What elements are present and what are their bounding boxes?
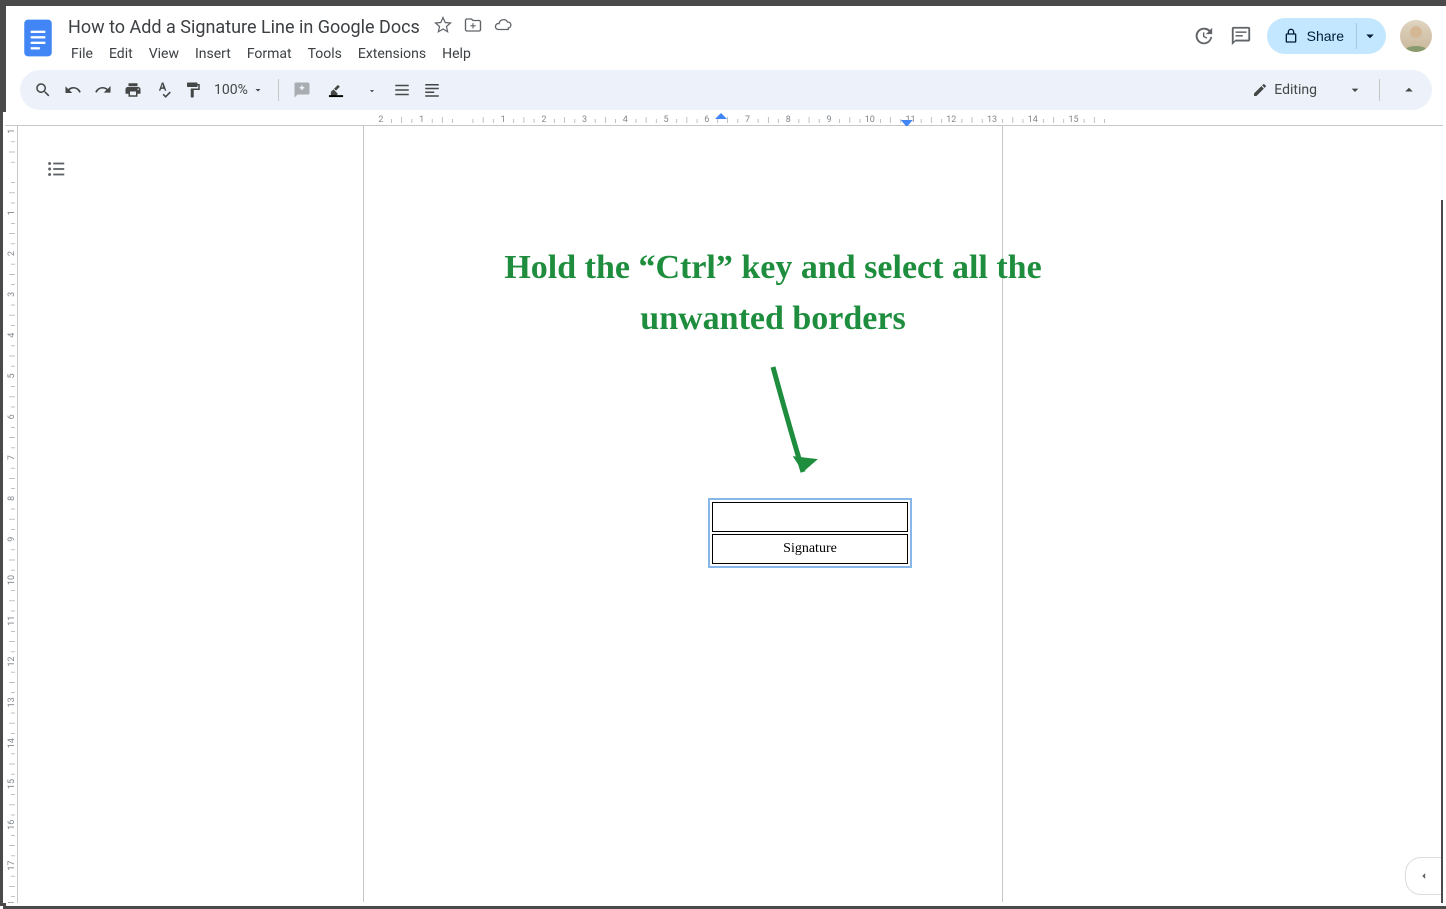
- editing-mode-selector[interactable]: Editing: [1252, 82, 1363, 98]
- history-icon[interactable]: [1191, 24, 1215, 48]
- svg-text:18: 18: [7, 901, 17, 903]
- svg-text:13: 13: [987, 115, 997, 125]
- svg-text:8: 8: [786, 115, 791, 125]
- menu-file[interactable]: File: [64, 44, 100, 64]
- svg-text:12: 12: [946, 115, 956, 125]
- svg-text:14: 14: [1028, 115, 1038, 125]
- collapse-toolbar-icon[interactable]: [1396, 77, 1422, 103]
- right-border: [1441, 200, 1443, 903]
- highlight-dropdown-icon[interactable]: [367, 81, 377, 100]
- svg-text:1: 1: [419, 115, 424, 125]
- comment-icon[interactable]: [1229, 24, 1253, 48]
- svg-text:17: 17: [7, 861, 17, 871]
- annotation-text: Hold the “Ctrl” key and select all the u…: [463, 242, 1083, 344]
- svg-text:6: 6: [704, 115, 709, 125]
- header: How to Add a Signature Line in Google Do…: [6, 6, 1446, 70]
- menu-insert[interactable]: Insert: [188, 44, 238, 64]
- menu-tools[interactable]: Tools: [301, 44, 349, 64]
- svg-text:9: 9: [827, 115, 832, 125]
- title-area: How to Add a Signature Line in Google Do…: [64, 14, 1191, 66]
- svg-text:10: 10: [865, 115, 875, 125]
- svg-text:1: 1: [7, 210, 17, 215]
- highlight-color-icon[interactable]: [319, 77, 353, 103]
- signature-cell-text: Signature: [783, 541, 837, 557]
- menu-help[interactable]: Help: [435, 44, 478, 64]
- svg-text:14: 14: [7, 738, 17, 748]
- table-row-2[interactable]: Signature: [712, 534, 908, 564]
- title-icons: [434, 16, 512, 38]
- checklist-icon[interactable]: [419, 77, 445, 103]
- svg-text:12: 12: [7, 657, 17, 667]
- svg-text:13: 13: [7, 697, 17, 707]
- spellcheck-icon[interactable]: [150, 77, 176, 103]
- line-spacing-icon[interactable]: [389, 77, 415, 103]
- toolbar: 100% Editing: [20, 70, 1432, 110]
- editing-mode-label: Editing: [1274, 82, 1317, 98]
- print-icon[interactable]: [120, 77, 146, 103]
- vertical-ruler[interactable]: 112345678910111213141516171819: [5, 126, 19, 903]
- star-icon[interactable]: [434, 16, 452, 38]
- svg-text:8: 8: [7, 496, 17, 501]
- document-title[interactable]: How to Add a Signature Line in Google Do…: [64, 17, 424, 38]
- document-outline-icon[interactable]: [43, 156, 69, 182]
- svg-text:6: 6: [7, 414, 17, 419]
- paint-format-icon[interactable]: [180, 77, 206, 103]
- svg-text:9: 9: [7, 537, 17, 542]
- svg-text:4: 4: [623, 115, 628, 125]
- menu-format[interactable]: Format: [240, 44, 299, 64]
- explore-icon[interactable]: [1405, 857, 1443, 895]
- svg-text:2: 2: [378, 115, 383, 125]
- header-right: Share: [1191, 14, 1432, 54]
- zoom-selector[interactable]: 100%: [210, 82, 268, 98]
- title-row: How to Add a Signature Line in Google Do…: [64, 14, 1191, 40]
- table-row-1[interactable]: [712, 502, 908, 532]
- svg-text:15: 15: [7, 779, 17, 789]
- undo-icon[interactable]: [60, 77, 86, 103]
- move-icon[interactable]: [464, 16, 482, 38]
- redo-icon[interactable]: [90, 77, 116, 103]
- svg-text:5: 5: [664, 115, 669, 125]
- svg-text:10: 10: [7, 575, 17, 585]
- svg-text:7: 7: [7, 455, 17, 460]
- signature-table[interactable]: Signature: [708, 498, 912, 568]
- svg-text:7: 7: [745, 115, 750, 125]
- toolbar-separator: [278, 79, 279, 101]
- svg-text:11: 11: [7, 616, 17, 626]
- share-button[interactable]: Share: [1267, 18, 1386, 54]
- toolbar-separator: [1379, 79, 1380, 101]
- share-label: Share: [1307, 29, 1344, 43]
- menu-extensions[interactable]: Extensions: [351, 44, 433, 64]
- svg-text:1: 1: [7, 129, 17, 134]
- svg-text:3: 3: [582, 115, 587, 125]
- svg-text:3: 3: [7, 292, 17, 297]
- svg-text:15: 15: [1068, 115, 1078, 125]
- search-icon[interactable]: [30, 77, 56, 103]
- horizontal-ruler[interactable]: 21123456789101112131415: [5, 112, 1443, 126]
- share-dropdown[interactable]: [1356, 23, 1382, 49]
- menu-bar: File Edit View Insert Format Tools Exten…: [64, 42, 1191, 66]
- workspace: 21123456789101112131415 1123456789101112…: [3, 112, 1443, 903]
- svg-text:16: 16: [7, 820, 17, 830]
- svg-text:2: 2: [541, 115, 546, 125]
- account-avatar[interactable]: [1400, 20, 1432, 52]
- docs-logo[interactable]: [20, 14, 56, 62]
- menu-view[interactable]: View: [142, 44, 186, 64]
- svg-text:5: 5: [7, 373, 17, 378]
- cloud-status-icon[interactable]: [494, 16, 512, 38]
- svg-text:1: 1: [501, 115, 506, 125]
- menu-edit[interactable]: Edit: [102, 44, 140, 64]
- svg-text:4: 4: [7, 333, 17, 338]
- svg-text:2: 2: [7, 251, 17, 256]
- annotation-arrow: [753, 362, 833, 492]
- add-comment-icon[interactable]: [289, 77, 315, 103]
